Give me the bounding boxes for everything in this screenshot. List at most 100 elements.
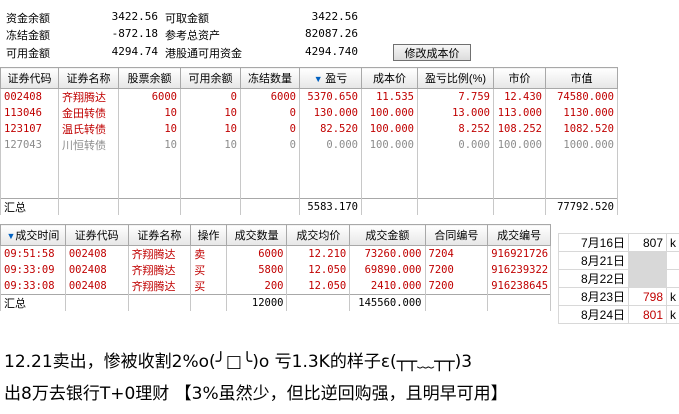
positions-cell: 8.252 xyxy=(417,121,494,137)
trades-header-col-3[interactable]: 操作 xyxy=(190,224,227,246)
empty-row xyxy=(0,153,618,168)
side-unit xyxy=(666,269,679,288)
empty-cell xyxy=(299,183,362,199)
positions-cell: 113046 xyxy=(0,105,59,121)
positions-total-cell: 5583.170 xyxy=(299,198,362,215)
trades-total-cell: 汇总 xyxy=(0,294,66,311)
table-row[interactable]: 09:33:09 002408 齐翔腾达买 5800 12.050 69890.000 72… xyxy=(0,262,551,278)
positions-cell: 0.000 xyxy=(417,137,494,153)
empty-cell xyxy=(240,183,300,199)
positions-cell: 0 xyxy=(240,121,300,137)
positions-cell: 齐翔腾达 xyxy=(58,88,119,105)
positions-total-cell: 汇总 xyxy=(0,198,59,215)
table-row[interactable]: 002408 齐翔腾达 6000 0 6000 5370.650 11.535 7.759 12… xyxy=(0,88,618,105)
positions-cell: 1082.520 xyxy=(545,121,618,137)
trades-total-cell: 12000 xyxy=(225,294,288,311)
trades-cell: 12.050 xyxy=(286,262,351,278)
table-row[interactable]: 123107 温氏转债 10 10 0 82.520 100.000 8.252 108.252… xyxy=(0,121,618,137)
empty-cell xyxy=(0,168,59,183)
positions-header-col-3[interactable]: 可用余额 xyxy=(180,67,241,89)
table-row[interactable]: 113046 金田转债 10 10 0 130.000 100.000 13.000 113.0… xyxy=(0,105,618,121)
table-row[interactable]: 09:33:08 002408 齐翔腾达买 200 12.050 2410.000 7200… xyxy=(0,278,551,295)
positions-total-row: 汇总 5583.170 77792.520 xyxy=(0,198,618,215)
trades-total-cell xyxy=(64,294,129,311)
empty-cell xyxy=(118,168,181,183)
empty-cell xyxy=(58,168,119,183)
side-date: 8月23日 xyxy=(558,287,629,306)
trades-header-col-2[interactable]: 证券名称 xyxy=(127,224,192,246)
positions-cell: 123107 xyxy=(0,121,59,137)
trades-header-col-0[interactable]: ▼成交时间 xyxy=(0,224,66,246)
empty-cell xyxy=(417,183,494,199)
trades-cell: 73260.000 xyxy=(349,245,426,262)
positions-header-col-8[interactable]: 市价 xyxy=(493,67,546,89)
trades-cell: 916239322 xyxy=(487,262,551,278)
empty-cell xyxy=(545,168,618,183)
trades-header-label: 成交数量 xyxy=(234,230,279,242)
hk-connect-label: 港股通可用资金 xyxy=(165,48,242,60)
empty-cell xyxy=(361,183,418,199)
side-date: 8月21日 xyxy=(558,251,629,270)
empty-cell xyxy=(493,183,546,199)
positions-header-col-0[interactable]: 证券代码 xyxy=(0,67,59,89)
fund-balance-value: 3422.56 xyxy=(111,10,158,23)
trades-header-col-6[interactable]: 成交金额 xyxy=(349,224,426,246)
trades-cell: 12.210 xyxy=(286,245,351,262)
list-item: 8月22日 xyxy=(558,269,679,288)
trades-header-col-4[interactable]: 成交数量 xyxy=(225,224,288,246)
positions-cell: 金田转债 xyxy=(58,105,119,121)
list-item: 8月23日 798 k xyxy=(558,287,679,306)
trades-cell: 09:33:09 xyxy=(0,262,66,278)
side-date: 8月24日 xyxy=(558,305,629,324)
positions-header-col-9[interactable]: 市值 xyxy=(545,67,618,89)
positions-cell: 10 xyxy=(180,121,241,137)
empty-cell xyxy=(417,168,494,183)
trades-total-row: 汇总 12000 145560.000 xyxy=(0,294,551,311)
caption-line-2: 出8万去银行T+0理财 【3%虽然少，但比逆回购强，且明早可用】 xyxy=(4,384,508,404)
side-value: 807 xyxy=(628,233,667,252)
positions-cell: 10 xyxy=(180,137,241,153)
trades-header-label: 证券代码 xyxy=(74,230,119,242)
table-row[interactable]: 127043 川恒转债 10 10 0 0.000 100.000 0.000 100.000 1… xyxy=(0,137,618,153)
positions-cell: 川恒转债 xyxy=(58,137,119,153)
positions-header-label: 股票余额 xyxy=(127,73,172,85)
positions-header-col-7[interactable]: 盈亏比例(%) xyxy=(417,67,494,89)
positions-total-cell: 77792.520 xyxy=(545,198,618,215)
positions-table: 证券代码 证券名称 股票余额 可用余额 冻结数量 ▼ 盈亏 成本价 盈亏比例(%) 市价 市值 0… xyxy=(0,67,618,215)
trades-cell: 买 xyxy=(190,262,227,278)
table-row[interactable]: 09:51:58 002408 齐翔腾达卖 6000 12.210 73260.000 72… xyxy=(0,245,551,262)
positions-header-col-5[interactable]: ▼ 盈亏 xyxy=(299,67,362,89)
edit-cost-button[interactable]: 修改成本价 xyxy=(393,44,471,61)
trades-total-cell xyxy=(424,294,489,311)
trades-header-col-5[interactable]: 成交均价 xyxy=(286,224,351,246)
trades-header-col-7[interactable]: 合同编号 xyxy=(424,224,489,246)
empty-cell xyxy=(299,153,362,168)
positions-header-col-6[interactable]: 成本价 xyxy=(361,67,418,89)
positions-total-cell xyxy=(240,198,300,215)
side-unit: k xyxy=(666,287,679,306)
available-label: 可用金额 xyxy=(6,48,50,60)
positions-cell: 10 xyxy=(118,105,181,121)
empty-cell xyxy=(180,183,241,199)
empty-cell xyxy=(545,183,618,199)
empty-cell xyxy=(118,153,181,168)
positions-cell: 7.759 xyxy=(417,88,494,105)
trades-header-col-8[interactable]: 成交编号 xyxy=(487,224,551,246)
positions-header-label: 盈亏比例(%) xyxy=(424,73,487,85)
positions-cell: 0 xyxy=(240,105,300,121)
list-item: 8月21日 xyxy=(558,251,679,270)
positions-header-col-1[interactable]: 证券名称 xyxy=(58,67,119,89)
trades-cell: 200 xyxy=(225,278,288,295)
positions-cell: 108.252 xyxy=(493,121,546,137)
trades-header-label: 成交金额 xyxy=(365,230,410,242)
positions-cell: 13.000 xyxy=(417,105,494,121)
empty-cell xyxy=(417,153,494,168)
positions-header-label: 盈亏 xyxy=(325,73,348,85)
trades-header-col-1[interactable]: 证券代码 xyxy=(64,224,129,246)
positions-header-col-2[interactable]: 股票余额 xyxy=(118,67,181,89)
positions-header-col-4[interactable]: 冻结数量 xyxy=(240,67,300,89)
trades-cell: 7200 xyxy=(424,262,489,278)
trades-header-label: 操作 xyxy=(197,230,220,242)
trades-total-cell xyxy=(286,294,351,311)
ref-assets-label: 参考总资产 xyxy=(165,30,220,42)
